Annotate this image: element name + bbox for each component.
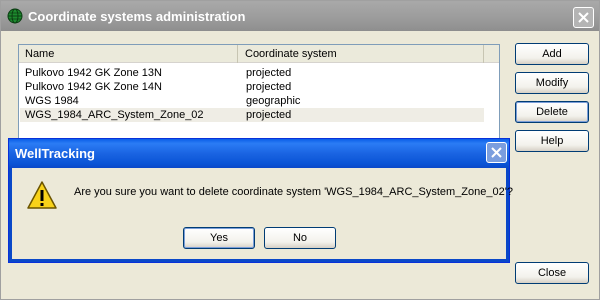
help-button[interactable]: Help bbox=[515, 130, 589, 152]
yes-button[interactable]: Yes bbox=[183, 227, 255, 249]
list-item[interactable]: WGS 1984 geographic bbox=[20, 94, 484, 108]
list-item[interactable]: Pulkovo 1942 GK Zone 13N projected bbox=[20, 66, 484, 80]
list-header: Name Coordinate system bbox=[19, 45, 499, 63]
dialog-close-button[interactable] bbox=[486, 142, 507, 163]
dialog-titlebar[interactable]: WellTracking bbox=[9, 139, 509, 168]
no-button[interactable]: No bbox=[264, 227, 336, 249]
window-titlebar[interactable]: Coordinate systems administration bbox=[1, 1, 599, 31]
row-system: projected bbox=[246, 109, 292, 121]
list-item-selected[interactable]: WGS_1984_ARC_System_Zone_02 projected bbox=[20, 108, 484, 122]
row-name: Pulkovo 1942 GK Zone 13N bbox=[25, 67, 162, 79]
row-name: WGS 1984 bbox=[25, 95, 79, 107]
row-system: projected bbox=[246, 67, 292, 79]
column-header-coordinate-system[interactable]: Coordinate system bbox=[239, 45, 484, 63]
window-close-button[interactable] bbox=[573, 7, 594, 28]
close-icon bbox=[491, 147, 502, 158]
add-button[interactable]: Add bbox=[515, 43, 589, 65]
modify-button[interactable]: Modify bbox=[515, 72, 589, 94]
close-button[interactable]: Close bbox=[515, 262, 589, 284]
window-title: Coordinate systems administration bbox=[28, 9, 246, 24]
confirm-delete-dialog: WellTracking Are you sure you want to de… bbox=[8, 138, 513, 263]
row-system: projected bbox=[246, 81, 292, 93]
delete-button[interactable]: Delete bbox=[515, 101, 589, 123]
row-name: Pulkovo 1942 GK Zone 14N bbox=[25, 81, 162, 93]
close-icon bbox=[578, 12, 589, 23]
row-system: geographic bbox=[246, 95, 301, 107]
dialog-title: WellTracking bbox=[15, 146, 95, 161]
row-name: WGS_1984_ARC_System_Zone_02 bbox=[25, 109, 204, 121]
dialog-message: Are you sure you want to delete coordina… bbox=[74, 186, 513, 198]
list-item[interactable]: Pulkovo 1942 GK Zone 14N projected bbox=[20, 80, 484, 94]
warning-icon bbox=[26, 180, 58, 212]
column-header-name[interactable]: Name bbox=[19, 45, 238, 63]
globe-icon bbox=[7, 8, 23, 24]
dialog-body: Are you sure you want to delete coordina… bbox=[9, 168, 513, 262]
